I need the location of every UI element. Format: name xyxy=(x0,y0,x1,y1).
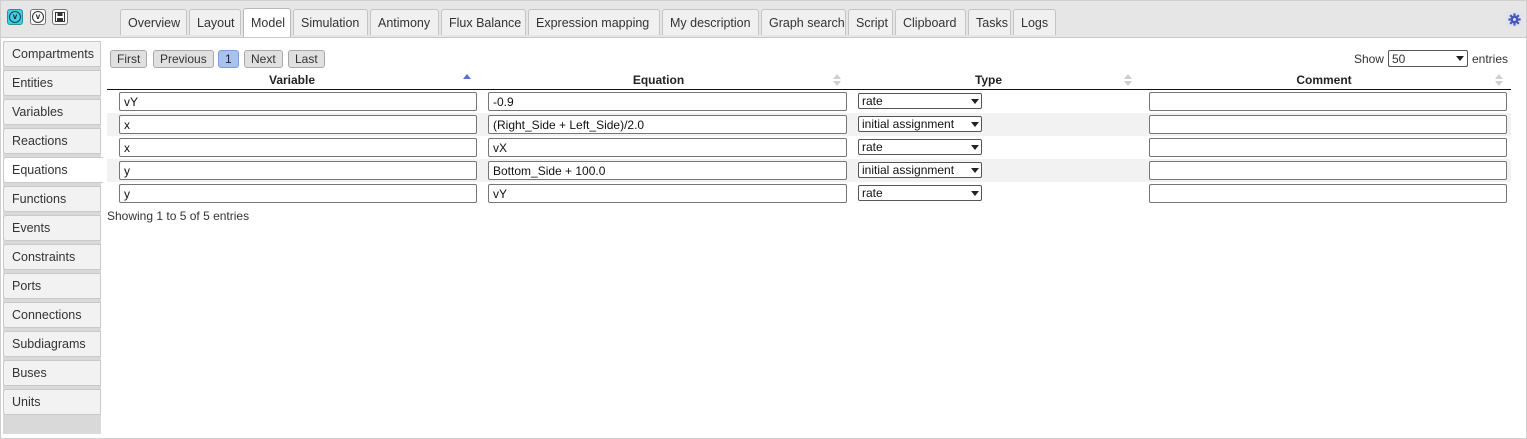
sort-icon[interactable] xyxy=(1124,74,1132,86)
type-select[interactable]: rate xyxy=(858,139,982,155)
type-value: initial assignment xyxy=(862,163,955,177)
equation-input[interactable]: (Right_Side + Left_Side)/2.0 xyxy=(488,115,847,134)
comment-input[interactable] xyxy=(1149,161,1507,180)
sidebar-item-functions[interactable]: Functions xyxy=(3,186,101,212)
app-window: v v Overview Layout Model Simulation Antimon… xyxy=(0,0,1527,439)
type-value: rate xyxy=(862,186,883,200)
gear-icon[interactable] xyxy=(1506,11,1522,27)
sort-ascending-icon[interactable] xyxy=(463,74,471,86)
tab-script[interactable]: Script xyxy=(848,9,893,35)
model-sidebar: Compartments Entities Variables Reactions Eq… xyxy=(3,41,103,434)
chevron-down-icon xyxy=(971,121,979,127)
chevron-down-icon xyxy=(971,167,979,173)
tab-logs[interactable]: Logs xyxy=(1013,9,1056,35)
comment-input[interactable] xyxy=(1149,92,1507,111)
entries-label: entries xyxy=(1471,51,1508,66)
column-header-equation[interactable]: Equation xyxy=(477,71,840,89)
table-row: y Bottom_Side + 100.0 initial assignment xyxy=(107,159,1511,182)
equation-input[interactable]: Bottom_Side + 100.0 xyxy=(488,161,847,180)
tab-layout[interactable]: Layout xyxy=(189,9,241,35)
tab-expression-mapping[interactable]: Expression mapping xyxy=(528,9,660,35)
sidebar-item-equations[interactable]: Equations xyxy=(3,157,103,183)
equation-input[interactable]: -0.9 xyxy=(488,92,847,111)
comment-input[interactable] xyxy=(1149,184,1507,203)
table-row: vY -0.9 rate xyxy=(107,90,1511,113)
save-icon[interactable] xyxy=(52,9,68,25)
page-length-select[interactable]: 50 xyxy=(1387,50,1468,67)
tab-antimony[interactable]: Antimony xyxy=(370,9,439,35)
comment-input[interactable] xyxy=(1149,115,1507,134)
variable-input[interactable]: y xyxy=(119,161,477,180)
page-length-control: Show 50 entries xyxy=(1354,50,1508,67)
table-row: x vX rate xyxy=(107,136,1511,159)
tab-clipboard[interactable]: Clipboard xyxy=(895,9,966,35)
sidebar-item-units[interactable]: Units xyxy=(3,389,101,415)
chevron-down-icon xyxy=(1455,56,1464,61)
equations-table-body: vY -0.9 rate x (Right_Side + Left_Side)/2.0 i… xyxy=(107,90,1511,205)
previous-page-button[interactable]: Previous xyxy=(153,50,214,68)
comment-input[interactable] xyxy=(1149,138,1507,157)
tab-model[interactable]: Model xyxy=(243,8,291,37)
type-select[interactable]: rate xyxy=(858,93,982,109)
top-tab-bar: v v Overview Layout Model Simulation Antimon… xyxy=(1,1,1526,38)
type-value: initial assignment xyxy=(862,117,955,131)
sidebar-item-buses[interactable]: Buses xyxy=(3,360,101,386)
vtools-icon[interactable]: v xyxy=(30,9,46,25)
variable-input[interactable]: vY xyxy=(119,92,477,111)
tab-simulation[interactable]: Simulation xyxy=(293,9,368,35)
tab-my-description[interactable]: My description xyxy=(662,9,759,35)
variable-input[interactable]: y xyxy=(119,184,477,203)
type-select[interactable]: initial assignment xyxy=(858,116,982,132)
equations-panel: First Previous 1 Next Last Show 50 entri… xyxy=(107,45,1517,425)
show-label: Show xyxy=(1353,51,1384,66)
sidebar-item-subdiagrams[interactable]: Subdiagrams xyxy=(3,331,101,357)
sidebar-item-connections[interactable]: Connections xyxy=(3,302,101,328)
sidebar-item-entities[interactable]: Entities xyxy=(3,70,101,96)
sidebar-item-reactions[interactable]: Reactions xyxy=(3,128,101,154)
sidebar-item-constraints[interactable]: Constraints xyxy=(3,244,101,270)
current-page-button[interactable]: 1 xyxy=(218,50,239,68)
variable-input[interactable]: x xyxy=(119,138,477,157)
equation-input[interactable]: vX xyxy=(488,138,847,157)
equation-input[interactable]: vY xyxy=(488,184,847,203)
first-page-button[interactable]: First xyxy=(110,50,148,68)
variable-input[interactable]: x xyxy=(119,115,477,134)
sidebar-item-ports[interactable]: Ports xyxy=(3,273,101,299)
main-tabs: Overview Layout Model Simulation Antimony Flu… xyxy=(120,8,1058,37)
type-value: rate xyxy=(862,94,883,108)
sidebar-item-variables[interactable]: Variables xyxy=(3,99,101,125)
type-select[interactable]: rate xyxy=(858,185,982,201)
tab-flux-balance[interactable]: Flux Balance xyxy=(441,9,526,35)
tab-overview[interactable]: Overview xyxy=(120,9,187,35)
type-value: rate xyxy=(862,140,883,154)
table-row: x (Right_Side + Left_Side)/2.0 initial ass… xyxy=(107,113,1511,136)
vtools-logo-icon[interactable]: v xyxy=(7,9,23,25)
chevron-down-icon xyxy=(971,98,979,104)
chevron-down-icon xyxy=(971,190,979,196)
page-length-value: 50 xyxy=(1391,51,1406,66)
sort-icon[interactable] xyxy=(1495,74,1503,86)
sidebar-item-compartments[interactable]: Compartments xyxy=(3,41,101,67)
next-page-button[interactable]: Next xyxy=(244,50,283,68)
chevron-down-icon xyxy=(971,144,979,150)
last-page-button[interactable]: Last xyxy=(288,50,325,68)
table-header: Variable Equation Type Comment xyxy=(107,71,1511,90)
table-info: Showing 1 to 5 of 5 entries xyxy=(107,209,250,223)
table-row: y vY rate xyxy=(107,182,1511,205)
column-header-comment[interactable]: Comment xyxy=(1137,71,1511,89)
column-header-type[interactable]: Type xyxy=(840,71,1137,89)
tab-graph-search[interactable]: Graph search xyxy=(761,9,846,35)
column-header-variable[interactable]: Variable xyxy=(107,71,477,89)
tab-tasks[interactable]: Tasks xyxy=(968,9,1011,35)
sidebar-item-events[interactable]: Events xyxy=(3,215,101,241)
type-select[interactable]: initial assignment xyxy=(858,162,982,178)
